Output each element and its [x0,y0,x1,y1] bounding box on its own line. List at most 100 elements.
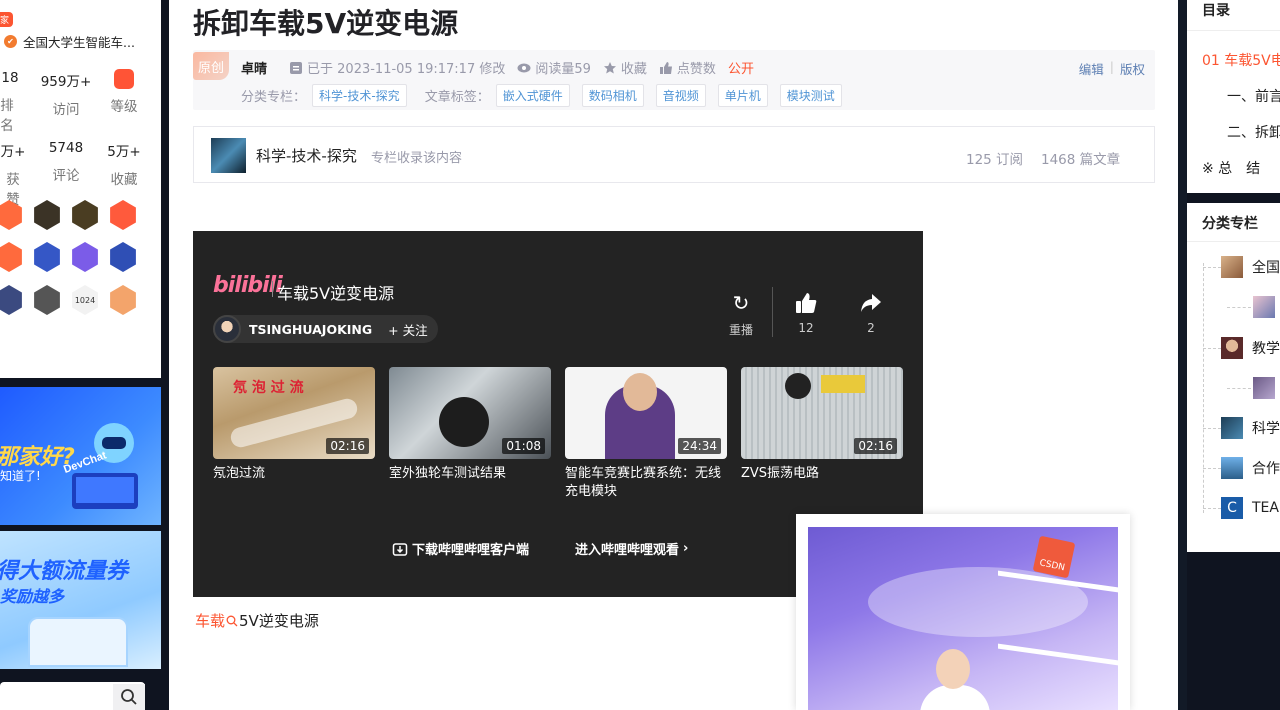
medal-icon[interactable] [110,200,136,230]
article-tag[interactable]: 单片机 [717,84,768,107]
toc-item[interactable]: ※ 总 结 [1202,158,1260,178]
competition-icon: ✔ [4,35,17,48]
stat-likes[interactable]: 万+ 获赞 [0,140,26,208]
edit-link[interactable]: 编辑 [1079,59,1104,78]
video-thumbnail[interactable]: 01:08 [389,367,551,459]
download-client-link[interactable]: 下载哔哩哔哩客户端 [392,539,529,558]
like-button[interactable]: 点赞数 [659,58,716,77]
category-item[interactable]: C TEA [1221,497,1279,519]
stat-favorites[interactable]: 5万+ 收藏 [102,140,146,188]
toc-item[interactable]: 一、前言 [1227,86,1280,106]
article-tag[interactable]: 嵌入式硬件 [495,84,570,107]
related-video[interactable]: 24:34 智能车竞赛比赛系统：无线充电模块 [565,367,727,501]
hot-keyword-link[interactable]: 车载 [195,610,225,631]
column-card[interactable]: 科学-技术-探究 专栏收录该内容 125 订阅 1468 篇文章 [193,126,1155,183]
rocket-medal-icon[interactable] [34,242,60,272]
traffic-coupon-banner[interactable]: 得大额流量券 奖励越多 [0,531,161,669]
toc-item[interactable]: 01 车载5V电 [1202,50,1280,70]
article-tag[interactable]: 模块测试 [779,84,842,107]
competition-link[interactable]: ✔ 全国大学生智能车... [4,32,135,51]
category-columns: 分类专栏 全国 教学 科学 合作 C TEA [1187,203,1280,552]
category-item[interactable] [1253,377,1280,399]
article-tag[interactable]: 数码相机 [581,84,644,107]
category-thumb [1221,256,1243,278]
column-tag[interactable]: 科学-技术-探究 [312,84,407,107]
stat-visits[interactable]: 959万+ 访问 [38,70,94,118]
popup-advertisement[interactable]: CSDN [796,514,1130,710]
video-thumbnail[interactable]: 24:34 [565,367,727,459]
article-tag[interactable]: 音视频 [655,84,706,107]
category-thumb [1221,417,1243,439]
category-item[interactable]: 科学 [1221,417,1280,439]
related-video[interactable]: 01:08 室外独轮车测试结果 [389,367,551,483]
modified-time: 已于 2023-11-05 19:17:17 修改 [289,58,505,77]
category-item[interactable] [1253,296,1280,318]
clipboard-illustration-icon [28,617,128,667]
toc-item[interactable]: 二、拆卸 [1227,122,1280,142]
category-thumb [1253,296,1275,318]
video-title[interactable]: 车载5V逆变电源 [277,280,394,304]
category-item[interactable]: 全国 [1221,256,1280,278]
video-title[interactable]: 室外独轮车测试结果 [389,465,551,483]
medal-icon[interactable] [0,242,22,272]
article-meta: 原创 卓晴 已于 2023-11-05 19:17:17 修改 阅读量59 收藏… [193,50,1155,110]
stat-level[interactable]: 等级 [104,70,144,115]
like-video-button[interactable]: 12 [786,291,826,335]
medal-icon[interactable] [34,285,60,315]
video-title[interactable]: 氖泡过流 [213,465,375,483]
column-article-count: 1468 篇文章 [1041,152,1121,168]
ad-illustration[interactable]: CSDN [808,527,1118,710]
video-thumbnail[interactable]: 氖 泡 过 流 02:16 [213,367,375,459]
medal-icon[interactable] [0,285,22,315]
medal-icon[interactable] [110,285,136,315]
column-subscribers: 125 订阅 [966,152,1024,168]
watch-on-bilibili-link[interactable]: 进入哔哩哔哩观看 › [575,539,688,558]
column-label: 分类专栏： [241,90,307,105]
replay-button[interactable]: ↻ 重播 [721,291,761,338]
uploader-chip[interactable]: TSINGHUAJOKING + 关注 [213,315,438,343]
article-title: 拆卸车载5V逆变电源 [193,7,459,40]
read-count: 阅读量59 [517,58,591,77]
hot-search-line[interactable]: 车载 5V逆变电源 [195,610,319,631]
whale-illustration-icon [868,567,1088,637]
medal-icon[interactable] [72,242,98,272]
download-icon [392,542,408,556]
video-thumbnail[interactable]: 02:16 [741,367,903,459]
category-thumb [1221,337,1243,359]
hot-keyword-rest: 5V逆变电源 [239,612,319,630]
page-gutter [1178,0,1187,710]
banner-subline: 知道了! [0,469,41,483]
chevron-right-icon: › [683,541,689,556]
video-title[interactable]: 智能车竞赛比赛系统：无线充电模块 [565,465,727,501]
medal-1024-icon[interactable]: 1024 [72,285,98,315]
author-profile-card: 家 ✔ 全国大学生智能车... 18 排名 959万+ 访问 等级 万+ 获赞 … [0,0,161,378]
copyright-link[interactable]: 版权 [1120,59,1145,78]
search-button[interactable] [113,684,145,710]
stat-rank[interactable]: 18 排名 [0,70,20,134]
eye-icon [517,63,531,72]
expert-badge: 家 [0,12,14,27]
rocket-medal-icon[interactable] [110,242,136,272]
related-video[interactable]: 02:16 ZVS振荡电路 [741,367,903,483]
devchat-banner[interactable]: 那家好? 知道了! DevChat [0,387,161,525]
search-icon [121,689,137,705]
banner-subline: 奖励越多 [0,587,65,606]
video-title[interactable]: ZVS振荡电路 [741,465,903,483]
category-item[interactable]: 合作 [1221,457,1280,479]
uploader-name[interactable]: TSINGHUAJOKING [249,322,372,337]
favorite-button[interactable]: 收藏 [603,58,647,77]
medal-icon[interactable] [72,200,98,230]
related-video[interactable]: 氖 泡 过 流 02:16 氖泡过流 [213,367,375,483]
replay-icon: ↻ [732,291,750,315]
toc-header: 目录 [1202,3,1230,19]
follow-button[interactable]: + 关注 [388,320,427,339]
star-icon [603,61,616,73]
author-name[interactable]: 卓晴 [241,58,267,77]
medal-icon[interactable] [34,200,60,230]
share-video-button[interactable]: 2 [851,291,891,335]
original-tag: 原创 [193,52,229,80]
category-item[interactable]: 教学 [1221,337,1280,359]
stat-comments[interactable]: 5748 评论 [44,140,88,184]
category-thumb [1221,457,1243,479]
column-name[interactable]: 科学-技术-探究 [256,145,357,166]
